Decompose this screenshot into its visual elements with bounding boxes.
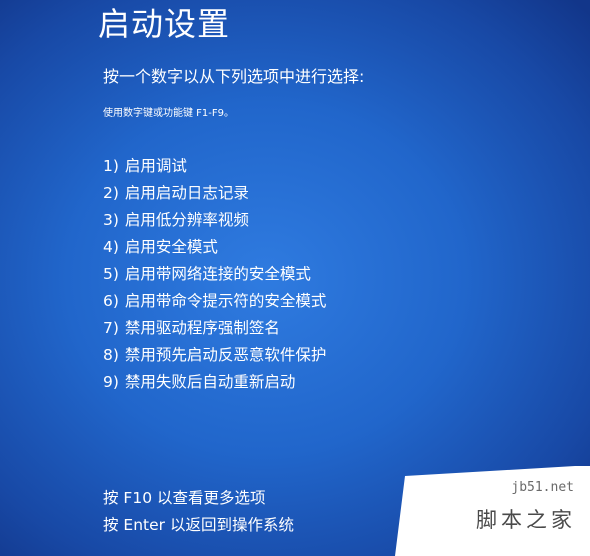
option-disable-driver-signature-enforcement[interactable]: 7) 禁用驱动程序强制签名	[103, 317, 326, 344]
option-disable-auto-restart-after-failure[interactable]: 9) 禁用失败后自动重新启动	[103, 371, 326, 398]
more-options-hint[interactable]: 按 F10 以查看更多选项	[103, 487, 294, 514]
site-watermark: jb51.net 脚本之家	[375, 466, 590, 556]
option-safe-mode-with-command-prompt[interactable]: 6) 启用带命令提示符的安全模式	[103, 290, 326, 317]
option-number: 2)	[103, 184, 119, 202]
option-number: 9)	[103, 373, 119, 391]
option-number: 7)	[103, 319, 119, 337]
watermark-name: 脚本之家	[476, 508, 576, 532]
option-enable-safe-mode[interactable]: 4) 启用安全模式	[103, 236, 326, 263]
option-label: 禁用预先启动反恶意软件保护	[124, 346, 327, 364]
watermark-url: jb51.net	[511, 480, 574, 495]
return-to-os-hint[interactable]: 按 Enter 以返回到操作系统	[103, 514, 294, 541]
option-label: 启用启动日志记录	[124, 184, 249, 202]
option-number: 3)	[103, 211, 119, 229]
option-label: 启用带网络连接的安全模式	[124, 265, 311, 283]
footer-instructions: 按 F10 以查看更多选项 按 Enter 以返回到操作系统	[103, 487, 294, 541]
option-label: 禁用驱动程序强制签名	[124, 319, 280, 337]
option-enable-debugging[interactable]: 1) 启用调试	[103, 155, 326, 182]
startup-settings-screen: 启动设置 按一个数字以从下列选项中进行选择: 使用数字键或功能键 F1-F9。 …	[0, 0, 590, 556]
option-number: 4)	[103, 238, 119, 256]
page-title: 启动设置	[98, 5, 231, 43]
option-label: 启用带命令提示符的安全模式	[124, 292, 327, 310]
startup-options-list: 1) 启用调试 2) 启用启动日志记录 3) 启用低分辨率视频 4) 启用安全模式 5)…	[103, 155, 326, 398]
instruction-text: 按一个数字以从下列选项中进行选择:	[103, 67, 365, 86]
option-label: 禁用失败后自动重新启动	[124, 373, 296, 391]
option-number: 1)	[103, 157, 119, 175]
option-number: 5)	[103, 265, 119, 283]
option-number: 6)	[103, 292, 119, 310]
option-enable-boot-logging[interactable]: 2) 启用启动日志记录	[103, 182, 326, 209]
option-enable-low-resolution-video[interactable]: 3) 启用低分辨率视频	[103, 209, 326, 236]
option-safe-mode-with-networking[interactable]: 5) 启用带网络连接的安全模式	[103, 263, 326, 290]
key-hint-text: 使用数字键或功能键 F1-F9。	[103, 108, 235, 119]
option-label: 启用安全模式	[124, 238, 218, 256]
option-disable-early-launch-antimalware[interactable]: 8) 禁用预先启动反恶意软件保护	[103, 344, 326, 371]
option-label: 启用低分辨率视频	[124, 211, 249, 229]
option-number: 8)	[103, 346, 119, 364]
option-label: 启用调试	[124, 157, 187, 175]
